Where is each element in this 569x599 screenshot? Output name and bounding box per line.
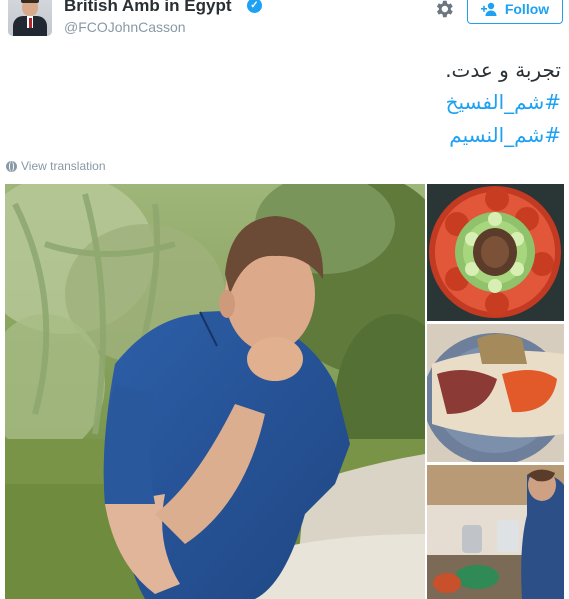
man-eating-photo[interactable] — [5, 184, 425, 599]
hashtag-link[interactable]: #شم_النسيم — [449, 123, 561, 147]
plate-meal-photo[interactable] — [427, 324, 564, 462]
gear-icon[interactable] — [432, 0, 456, 20]
tweet-text: تجربة و عدت. — [445, 58, 561, 82]
add-user-icon — [480, 2, 499, 16]
fish-tomato-platter-photo[interactable] — [427, 184, 564, 321]
follow-button-label: Follow — [504, 1, 550, 17]
hashtag-link[interactable]: #شم_الفسيخ — [446, 90, 561, 114]
display-name[interactable]: British Amb in Egypt — [64, 0, 232, 16]
globe-icon — [6, 160, 17, 172]
verified-badge-icon: ✓ — [247, 0, 262, 13]
user-handle[interactable]: @FCOJohnCasson — [64, 19, 186, 35]
view-translation-link[interactable]: View translation — [6, 159, 106, 173]
avatar[interactable] — [8, 0, 52, 36]
kitchen-cooking-photo[interactable] — [427, 465, 564, 599]
view-translation-label: View translation — [21, 159, 106, 173]
follow-button[interactable]: Follow — [467, 0, 563, 24]
